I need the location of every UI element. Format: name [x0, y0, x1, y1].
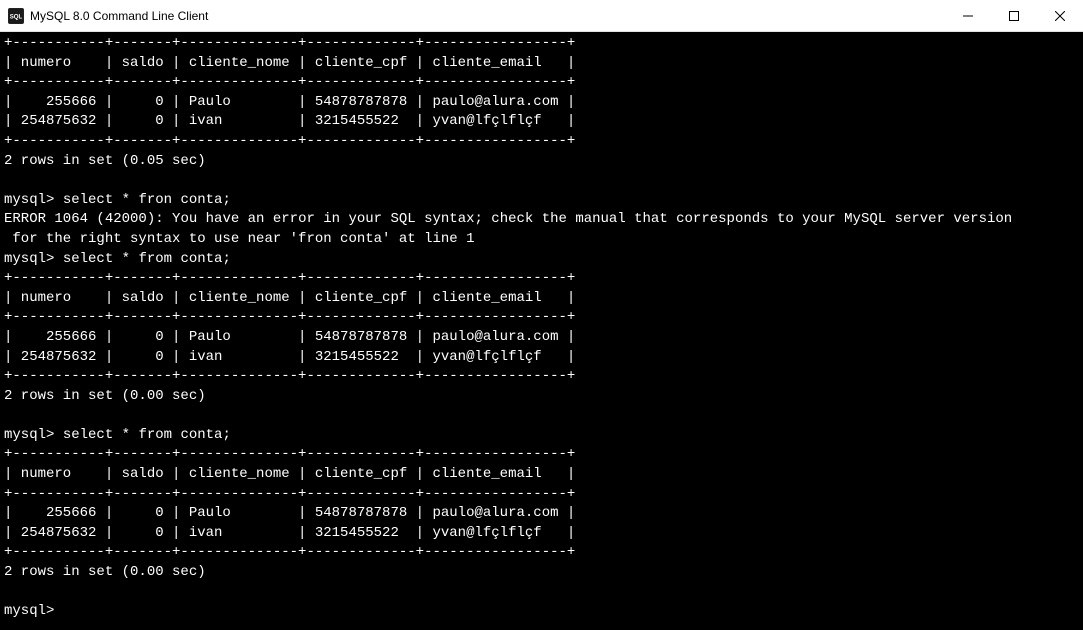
table-border: +-----------+-------+--------------+----… — [4, 133, 575, 149]
svg-text:SQL: SQL — [10, 13, 23, 20]
table-border: +-----------+-------+--------------+----… — [4, 544, 575, 560]
table-border: +-----------+-------+--------------+----… — [4, 486, 575, 502]
table-border: +-----------+-------+--------------+----… — [4, 368, 575, 384]
error-msg: for the right syntax to use near 'fron c… — [4, 231, 474, 247]
table-row: | 255666 | 0 | Paulo | 54878787878 | pau… — [4, 94, 575, 110]
app-icon: SQL — [8, 8, 24, 24]
table-row: | 254875632 | 0 | ivan | 3215455522 | yv… — [4, 349, 575, 365]
prompt: mysql> — [4, 192, 54, 208]
table-header: | numero | saldo | cliente_nome | client… — [4, 290, 575, 306]
titlebar-left: SQL MySQL 8.0 Command Line Client — [0, 8, 208, 24]
error-msg: You have an error in your SQL syntax; ch… — [172, 211, 1012, 227]
table-border: +-----------+-------+--------------+----… — [4, 35, 575, 51]
minimize-button[interactable] — [945, 0, 991, 31]
command-text: select * fron conta; — [63, 192, 231, 208]
window-titlebar: SQL MySQL 8.0 Command Line Client — [0, 0, 1083, 32]
terminal-output[interactable]: +-----------+-------+--------------+----… — [0, 32, 1083, 630]
prompt: mysql> — [4, 427, 54, 443]
error-code: ERROR 1064 (42000) — [4, 211, 155, 227]
table-border: +-----------+-------+--------------+----… — [4, 270, 575, 286]
table-border: +-----------+-------+--------------+----… — [4, 446, 575, 462]
command-text: select * from conta; — [63, 251, 231, 267]
result-summary: 2 rows in set (0.00 sec) — [4, 388, 206, 404]
table-header: | numero | saldo | cliente_nome | client… — [4, 466, 575, 482]
table-border: +-----------+-------+--------------+----… — [4, 74, 575, 90]
prompt: mysql> — [4, 251, 54, 267]
table-header: | numero | saldo | cliente_nome | client… — [4, 55, 575, 71]
table-row: | 255666 | 0 | Paulo | 54878787878 | pau… — [4, 329, 575, 345]
maximize-button[interactable] — [991, 0, 1037, 31]
close-button[interactable] — [1037, 0, 1083, 31]
prompt: mysql> — [4, 603, 54, 619]
window-controls — [945, 0, 1083, 31]
table-border: +-----------+-------+--------------+----… — [4, 309, 575, 325]
command-text: select * from conta; — [63, 427, 231, 443]
window-title: MySQL 8.0 Command Line Client — [30, 9, 208, 23]
table-row: | 255666 | 0 | Paulo | 54878787878 | pau… — [4, 505, 575, 521]
result-summary: 2 rows in set (0.05 sec) — [4, 153, 206, 169]
table-row: | 254875632 | 0 | ivan | 3215455522 | yv… — [4, 525, 575, 541]
table-row: | 254875632 | 0 | ivan | 3215455522 | yv… — [4, 113, 575, 129]
result-summary: 2 rows in set (0.00 sec) — [4, 564, 206, 580]
